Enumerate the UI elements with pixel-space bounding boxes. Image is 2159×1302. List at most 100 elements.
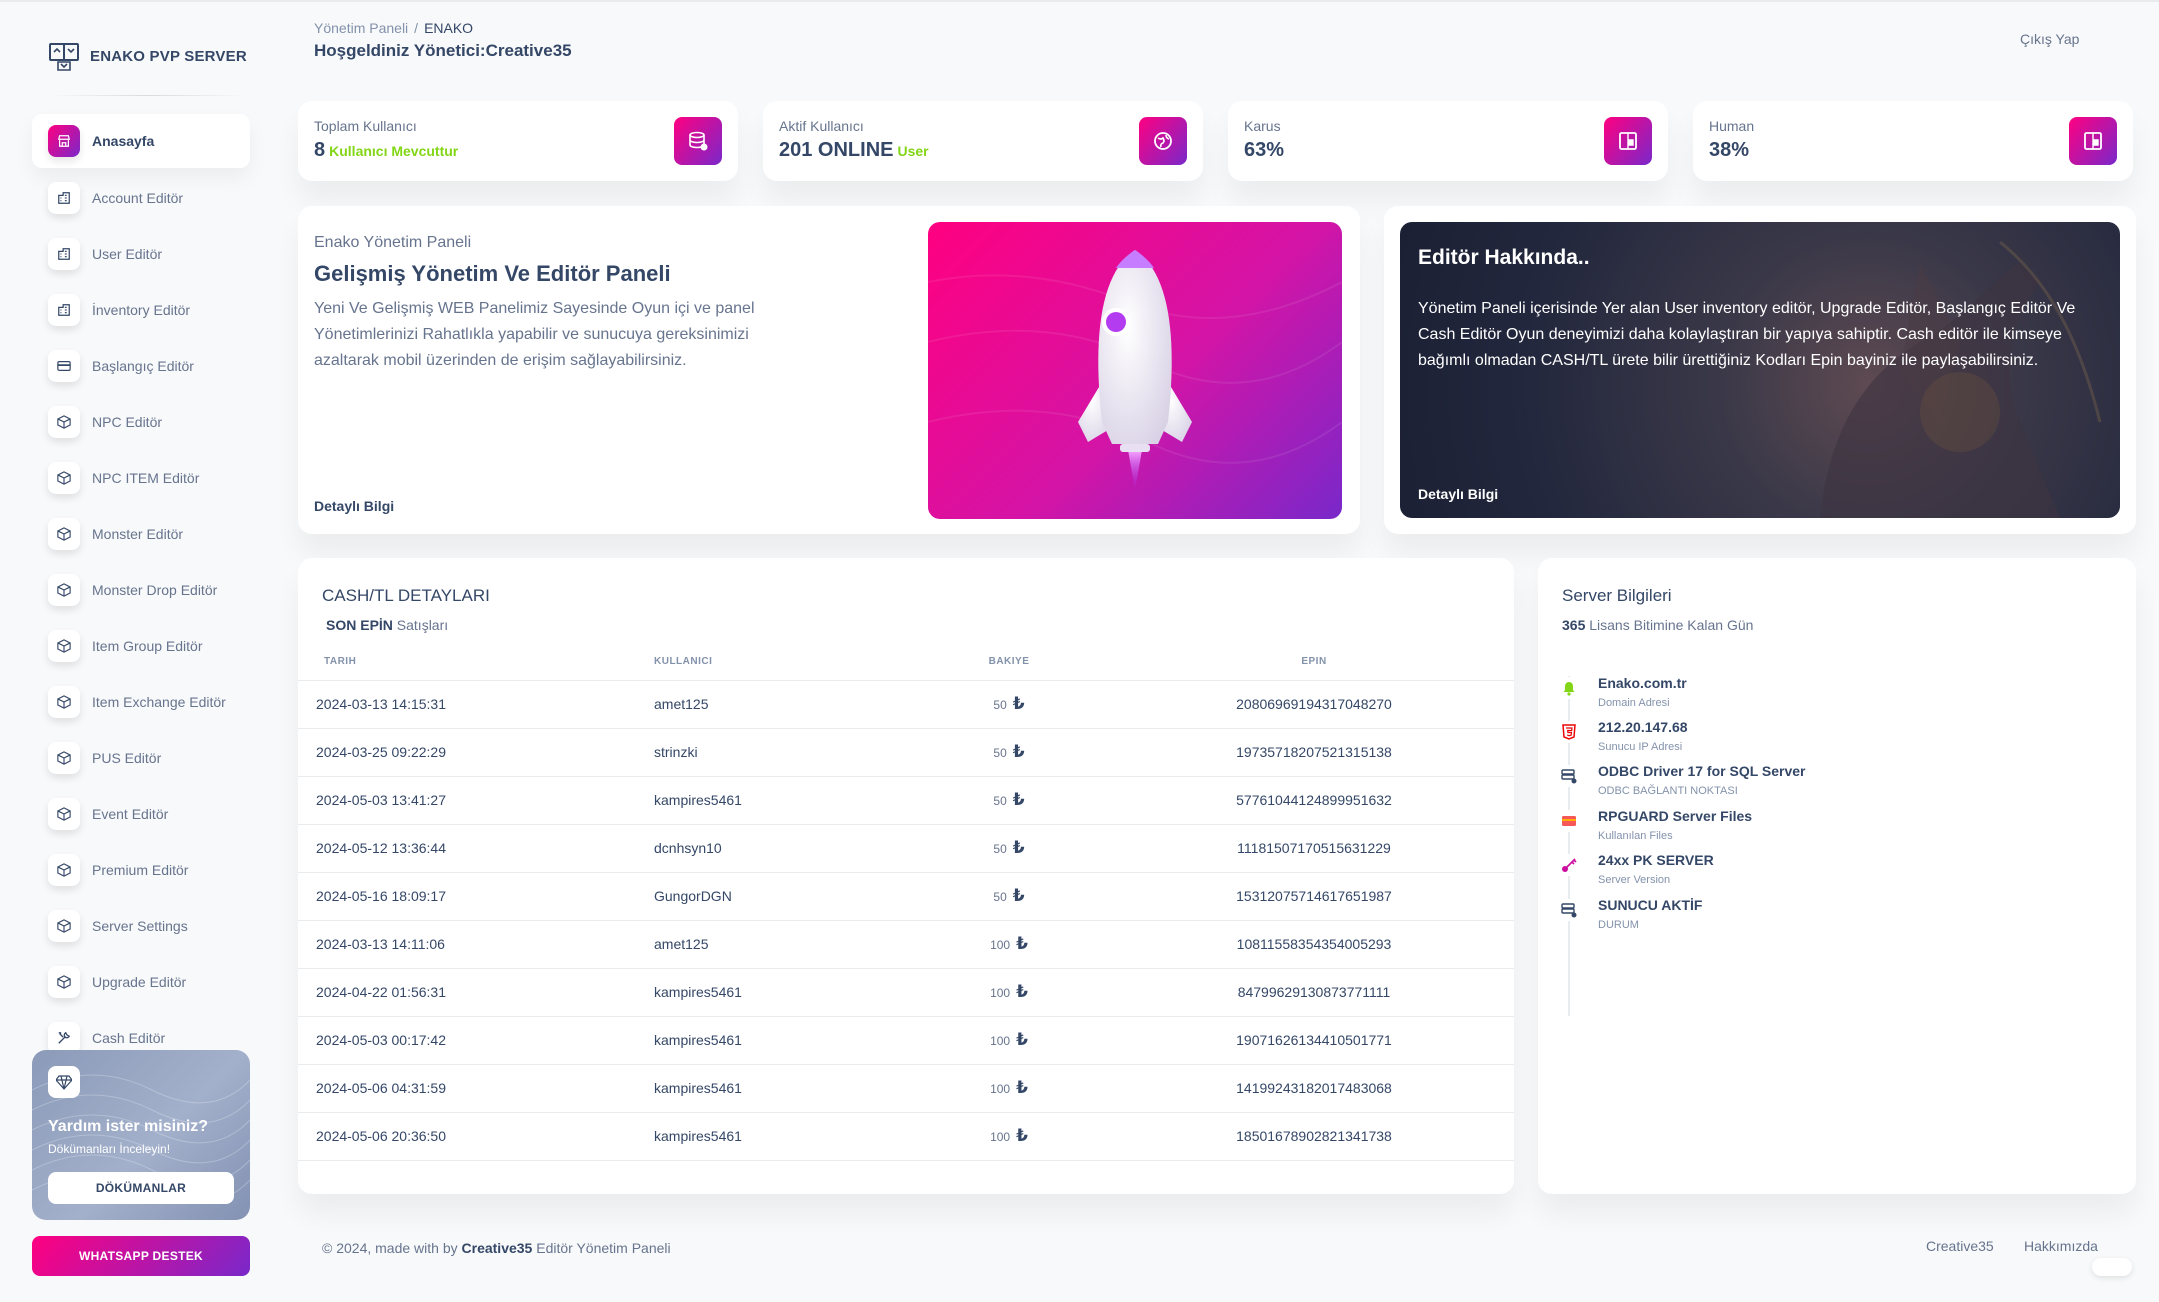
stat-label: Karus bbox=[1244, 118, 1281, 134]
sidebar-item-pus-editör[interactable]: PUS Editör bbox=[32, 730, 250, 786]
sidebar-item-npc-editör[interactable]: NPC Editör bbox=[32, 394, 250, 450]
office-icon bbox=[48, 182, 80, 214]
stat-label: Aktif Kullanıcı bbox=[779, 118, 864, 134]
table-row: 2024-05-06 20:36:50 kampires5461 100 ₺ 18501… bbox=[298, 1112, 1514, 1161]
cell-epin: 20806969194317048270 bbox=[1114, 680, 1514, 729]
footer-author-link[interactable]: Creative35 bbox=[462, 1240, 533, 1256]
stat-value: 63% bbox=[1244, 139, 1284, 162]
lira-icon: ₺ bbox=[1012, 694, 1025, 713]
server-info-title: Enako.com.tr bbox=[1598, 675, 1687, 691]
sidebar-item-upgrade-editör[interactable]: Upgrade Editör bbox=[32, 954, 250, 1010]
lira-icon: ₺ bbox=[1012, 742, 1025, 761]
box-3d-icon bbox=[48, 518, 80, 550]
whatsapp-support-button[interactable]: WHATSAPP DESTEK bbox=[32, 1236, 250, 1276]
cash-subtitle-rest: Satışları bbox=[396, 617, 449, 633]
logout-link[interactable]: Çıkış Yap bbox=[2020, 31, 2079, 47]
intro-kicker: Enako Yönetim Paneli bbox=[314, 234, 472, 251]
help-subtitle: Dökümanları İnceleyin! bbox=[48, 1142, 171, 1156]
balance-amount: 50 bbox=[993, 842, 1007, 856]
intro-more-link[interactable]: Detaylı Bilgi bbox=[314, 498, 394, 514]
about-title: Editör Hakkında.. bbox=[1418, 246, 1590, 269]
cash-subtitle-bold: SON EPİN bbox=[326, 617, 393, 633]
sidebar-item-account-editör[interactable]: Account Editör bbox=[32, 170, 250, 226]
sidebar-item-premium-editör[interactable]: Premium Editör bbox=[32, 842, 250, 898]
cell-date: 2024-03-13 14:15:31 bbox=[298, 680, 654, 729]
page-title: Hoşgeldiniz Yönetici:Creative35 bbox=[314, 41, 572, 60]
sidebar-item-label: Item Group Editör bbox=[92, 638, 203, 654]
sidebar-item-anasayfa[interactable]: Anasayfa bbox=[32, 114, 250, 168]
cash-title: CASH/TL DETAYLARI bbox=[322, 586, 490, 605]
brand-divider bbox=[48, 95, 248, 96]
sidebar-item-user-editör[interactable]: User Editör bbox=[32, 226, 250, 282]
about-more-link[interactable]: Detaylı Bilgi bbox=[1418, 486, 1498, 502]
diamond-icon bbox=[48, 1066, 80, 1098]
cell-date: 2024-05-16 18:09:17 bbox=[298, 872, 654, 921]
sidebar-item-event-editör[interactable]: Event Editör bbox=[32, 786, 250, 842]
lira-icon: ₺ bbox=[1016, 1126, 1028, 1145]
balance-amount: 50 bbox=[993, 698, 1007, 712]
sidebar-item-monster-drop-editör[interactable]: Monster Drop Editör bbox=[32, 562, 250, 618]
rocket-illustration bbox=[928, 222, 1342, 519]
sidebar-item-label: Upgrade Editör bbox=[92, 974, 187, 990]
stat-number: 38% bbox=[1709, 139, 1750, 161]
table-row: 2024-05-03 13:41:27 kampires5461 50 ₺ 577610… bbox=[298, 776, 1514, 825]
breadcrumb-root[interactable]: Yönetim Paneli bbox=[314, 20, 408, 36]
server-icon bbox=[1558, 899, 1580, 921]
cell-date: 2024-03-25 09:22:29 bbox=[298, 728, 654, 777]
table-header-row: TARIH KULLANICI BAKIYE EPIN bbox=[298, 644, 1514, 681]
sidebar-item-monster-editör[interactable]: Monster Editör bbox=[32, 506, 250, 562]
credit-card-icon bbox=[1558, 810, 1580, 832]
sidebar-item-item-exchange-editör[interactable]: Item Exchange Editör bbox=[32, 674, 250, 730]
cell-user: dcnhsyn10 bbox=[654, 824, 904, 873]
license-remaining: 365 Lisans Bitimine Kalan Gün bbox=[1562, 617, 1753, 633]
about-card: Editör Hakkında.. Yönetim Paneli içerisi… bbox=[1384, 206, 2136, 534]
server-info-title: 24xx PK SERVER bbox=[1598, 852, 1714, 868]
cell-date: 2024-05-03 00:17:42 bbox=[298, 1016, 654, 1065]
box-3d-icon bbox=[48, 910, 80, 942]
globe-icon bbox=[1139, 117, 1187, 165]
cell-balance: 50 ₺ bbox=[904, 872, 1114, 921]
cell-user: kampires5461 bbox=[654, 1064, 904, 1113]
scroll-indicator[interactable] bbox=[2092, 1258, 2132, 1276]
box-3d-icon bbox=[48, 630, 80, 662]
server-info-subtitle: Kullanılan Files bbox=[1598, 830, 1673, 842]
server-info-subtitle: Domain Adresi bbox=[1598, 697, 1670, 709]
documents-button[interactable]: DÖKÜMANLAR bbox=[48, 1172, 234, 1204]
table-row: 2024-04-22 01:56:31 kampires5461 100 ₺ 84799… bbox=[298, 968, 1514, 1017]
brand[interactable]: ENAKO PVP SERVER bbox=[48, 40, 247, 72]
box-3d-icon bbox=[48, 686, 80, 718]
footer-copyright: © 2024, made with by Creative35 Editör Y… bbox=[322, 1240, 671, 1256]
server-info-title: SUNUCU AKTİF bbox=[1598, 897, 1703, 913]
col-date: TARIH bbox=[298, 644, 654, 681]
note-icon bbox=[1604, 117, 1652, 165]
cell-epin: 57761044124899951632 bbox=[1114, 776, 1514, 825]
bell-icon bbox=[1558, 677, 1580, 699]
footer-link-about[interactable]: Hakkımızda bbox=[2024, 1238, 2098, 1254]
cell-balance: 50 ₺ bbox=[904, 776, 1114, 825]
sidebar-item-label: Monster Editör bbox=[92, 526, 184, 542]
key-icon bbox=[1558, 854, 1580, 876]
footer-link-creative35[interactable]: Creative35 bbox=[1926, 1238, 1994, 1254]
server-info-item: Enako.com.tr Domain Adresi bbox=[1558, 675, 1938, 725]
balance-amount: 50 bbox=[993, 746, 1007, 760]
sidebar-item-i-nventory-editör[interactable]: İnventory Editör bbox=[32, 282, 250, 338]
sidebar-item-server-settings[interactable]: Server Settings bbox=[32, 898, 250, 954]
server-info-title: 212.20.147.68 bbox=[1598, 719, 1688, 735]
server-info-card: Server Bilgileri 365 Lisans Bitimine Kal… bbox=[1538, 558, 2136, 1194]
sidebar-item-npc-item-editör[interactable]: NPC ITEM Editör bbox=[32, 450, 250, 506]
sidebar-item-label: Item Exchange Editör bbox=[92, 694, 226, 710]
balance-amount: 100 bbox=[990, 1034, 1011, 1048]
stat-card-aktif-kullan-c-: Aktif Kullanıcı 201 ONLINE User bbox=[763, 101, 1203, 181]
sidebar-item-başlangıç-editör[interactable]: Başlangıç Editör bbox=[32, 338, 250, 394]
license-days: 365 bbox=[1562, 617, 1586, 633]
sidebar-item-item-group-editör[interactable]: Item Group Editör bbox=[32, 618, 250, 674]
stat-value: 201 ONLINE User bbox=[779, 139, 929, 162]
box-3d-icon bbox=[48, 966, 80, 998]
database-icon bbox=[674, 117, 722, 165]
cell-user: amet125 bbox=[654, 680, 904, 729]
stat-card-toplam-kullan-c-: Toplam Kullanıcı 8 Kullanıcı Mevcuttur bbox=[298, 101, 738, 181]
cell-user: kampires5461 bbox=[654, 1112, 904, 1161]
balance-amount: 100 bbox=[990, 938, 1011, 952]
server-info-item: ODBC Driver 17 for SQL Server ODBC BAĞLAN… bbox=[1558, 763, 1938, 813]
sidebar-item-label: Başlangıç Editör bbox=[92, 358, 194, 374]
